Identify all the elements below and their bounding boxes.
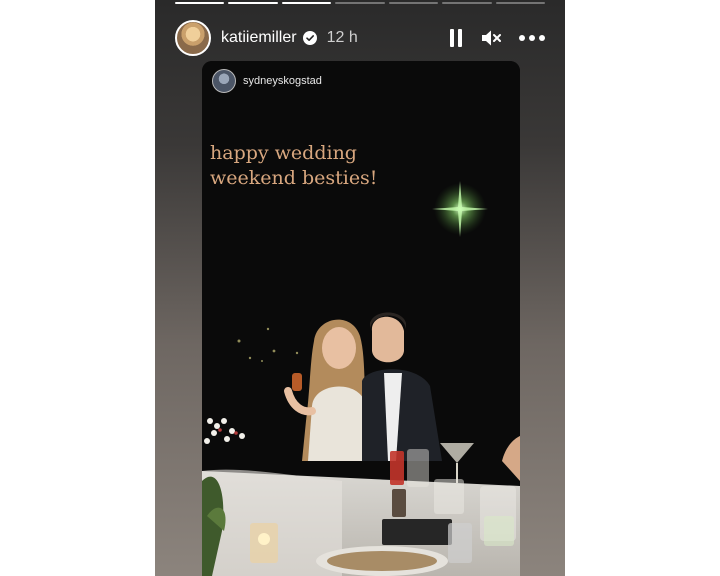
verified-badge-icon [302,31,317,45]
pause-icon [450,29,462,47]
mute-button[interactable] [481,29,501,47]
progress-segment [495,2,545,4]
more-icon [519,35,545,41]
caption-line: happy wedding [210,142,357,164]
progress-segment [228,2,278,4]
story-controls [449,29,545,47]
progress-segment [388,2,439,4]
story-viewer: katiiemiller 12 h sydneyskogstad happy w… [155,0,565,576]
username[interactable]: katiiemiller [221,29,297,47]
profile-avatar[interactable] [175,20,211,56]
story-caption: happy wedding weekend besties! [210,141,410,191]
post-time: 12 h [326,29,358,46]
story-header: katiiemiller 12 h [175,18,545,58]
repost-avatar[interactable] [212,69,236,93]
dinner-photo [202,61,520,576]
story-progress-bar [175,2,545,4]
mute-icon [482,30,501,46]
repost-username[interactable]: sydneyskogstad [243,75,322,87]
progress-segment [281,2,332,4]
progress-segment [175,2,225,4]
repost-attribution[interactable]: sydneyskogstad [212,69,322,93]
more-options-button[interactable] [519,35,545,41]
progress-segment [442,2,492,4]
pause-button[interactable] [449,29,463,47]
progress-segment [335,2,385,4]
caption-line: weekend besties! [210,167,378,189]
story-photo[interactable]: sydneyskogstad happy wedding weekend bes… [202,61,520,576]
